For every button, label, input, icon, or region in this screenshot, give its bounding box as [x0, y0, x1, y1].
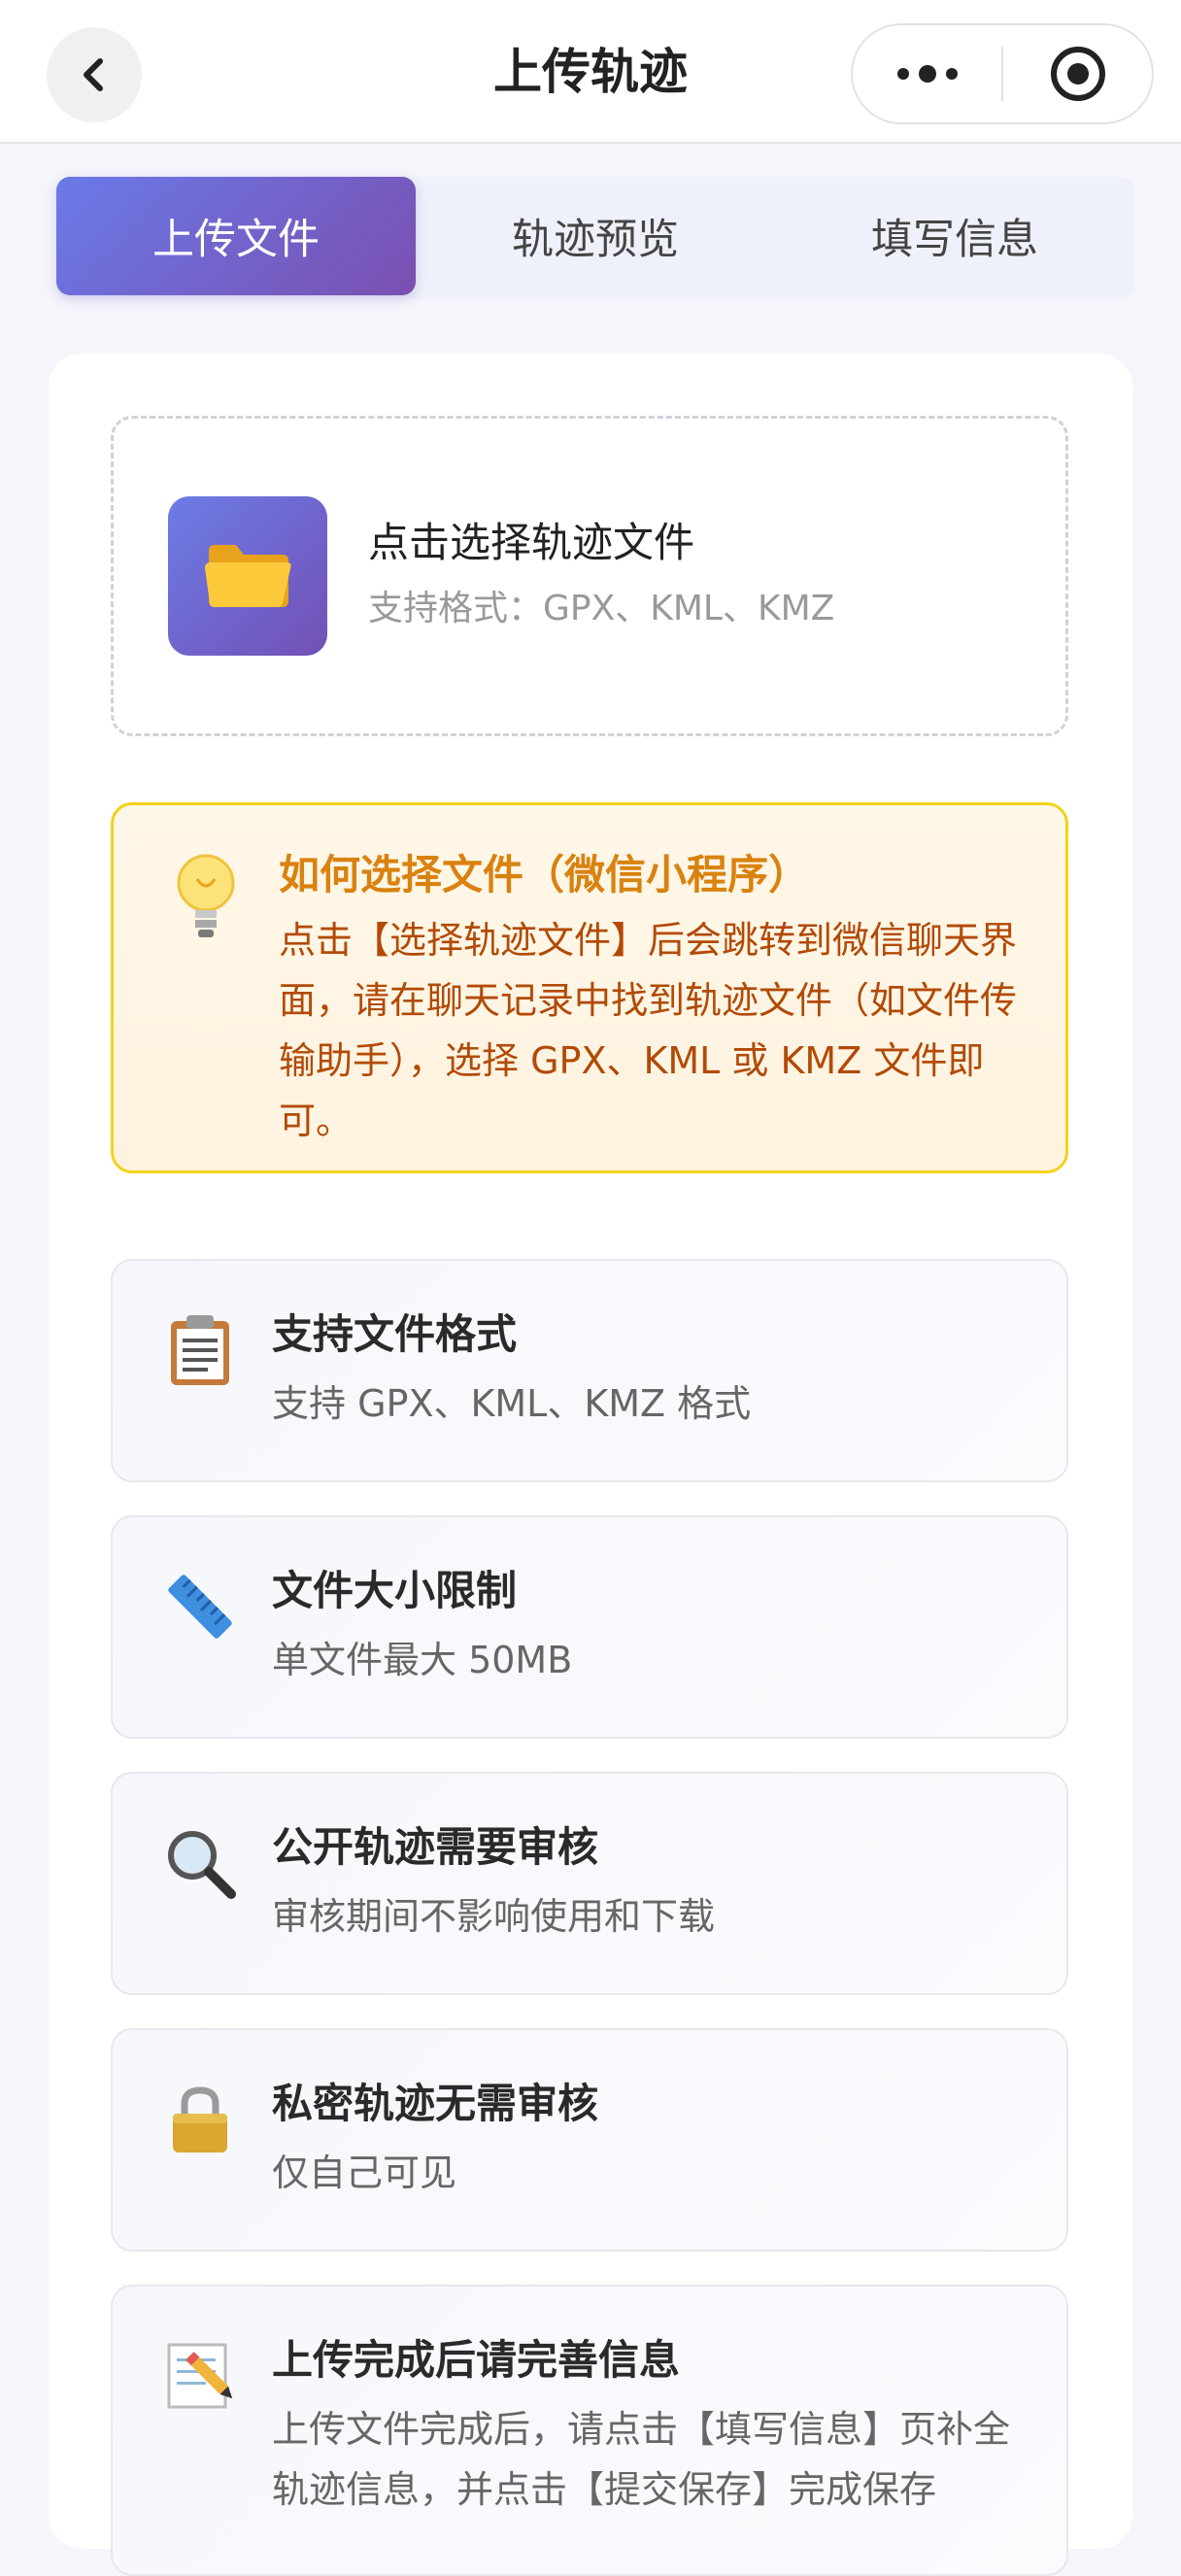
- how-to-select-tip: 如何选择文件（微信小程序） 点击【选择轨迹文件】后会跳转到微信聊天界面，请在聊天…: [111, 802, 1068, 1173]
- folder-icon: [205, 545, 291, 607]
- tab-upload-file[interactable]: 上传文件: [56, 177, 416, 295]
- ruler-icon: [168, 1575, 232, 1639]
- close-mini-program-button[interactable]: [1003, 25, 1152, 122]
- info-card-subtitle: 审核期间不影响使用和下载: [272, 1895, 716, 1938]
- info-card-title: 文件大小限制: [272, 1567, 518, 1614]
- step-tabs: 上传文件 轨迹预览 填写信息: [56, 177, 1134, 299]
- info-card-title: 上传完成后请完善信息: [272, 2336, 681, 2384]
- tab-track-preview[interactable]: 轨迹预览: [416, 177, 775, 295]
- info-card-subtitle: 支持 GPX、KML、KMZ 格式: [272, 1382, 752, 1425]
- more-dots-icon: [896, 65, 958, 83]
- info-card-formats: 支持文件格式 支持 GPX、KML、KMZ 格式: [111, 1259, 1068, 1482]
- info-card-private-no-review: 私密轨迹无需审核 仅自己可见: [111, 2028, 1068, 2252]
- folder-icon-tile: [168, 496, 327, 656]
- info-card-public-review: 公开轨迹需要审核 审核期间不影响使用和下载: [111, 1772, 1068, 1995]
- upload-supported-formats: 支持格式：GPX、KML、KMZ: [368, 589, 835, 628]
- nav-header: 上传轨迹: [0, 0, 1181, 144]
- upload-title: 点击选择轨迹文件: [368, 519, 695, 566]
- more-button[interactable]: [853, 25, 1001, 122]
- tip-body: 点击【选择轨迹文件】后会跳转到微信聊天界面，请在聊天记录中找到轨迹文件（如文件传…: [279, 919, 1018, 1142]
- target-circle-icon: [1050, 47, 1105, 101]
- info-card-complete-info: 上传完成后请完善信息 上传文件完成后，请点击【填写信息】页补全轨迹信息，并点击【…: [111, 2285, 1068, 2576]
- memo-icon: [167, 2343, 233, 2409]
- mini-program-capsule: [851, 23, 1154, 124]
- info-card-title: 支持文件格式: [272, 1310, 518, 1358]
- magnifier-icon: [168, 1831, 236, 1899]
- info-card-subtitle: 仅自己可见: [272, 2152, 457, 2194]
- clipboard-icon: [171, 1315, 229, 1385]
- info-card-title: 公开轨迹需要审核: [272, 1823, 599, 1871]
- lock-icon: [173, 2086, 227, 2152]
- info-card-subtitle: 单文件最大 50MB: [272, 1639, 573, 1681]
- info-card-title: 私密轨迹无需审核: [272, 2080, 599, 2127]
- upload-panel: 点击选择轨迹文件 支持格式：GPX、KML、KMZ 如何选择文件（微信小程序） …: [49, 354, 1132, 2576]
- info-card-subtitle: 上传文件完成后，请点击【填写信息】页补全轨迹信息，并点击【提交保存】完成保存: [272, 2408, 1011, 2511]
- select-file-area[interactable]: 点击选择轨迹文件 支持格式：GPX、KML、KMZ: [111, 416, 1068, 736]
- info-card-size-limit: 文件大小限制 单文件最大 50MB: [111, 1515, 1068, 1739]
- lightbulb-icon: [177, 854, 235, 937]
- tab-fill-info[interactable]: 填写信息: [775, 177, 1134, 295]
- tip-title: 如何选择文件（微信小程序）: [279, 851, 810, 898]
